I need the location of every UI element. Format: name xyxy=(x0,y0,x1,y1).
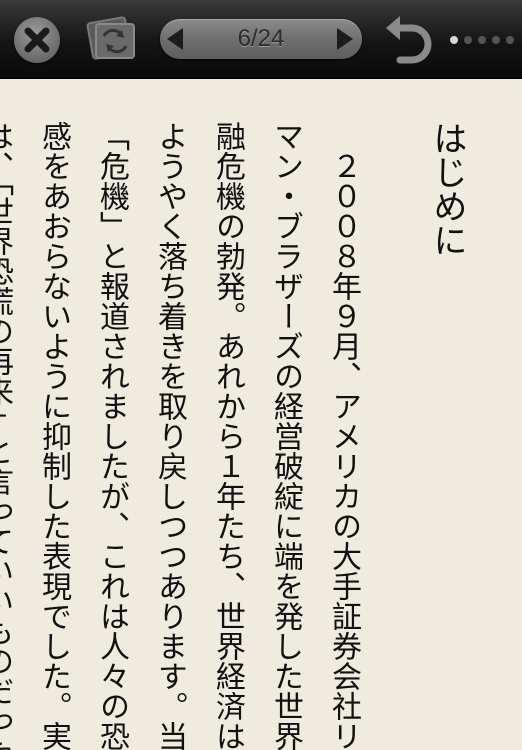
page-dot xyxy=(506,36,514,44)
page-dot xyxy=(464,36,472,44)
undo-button[interactable] xyxy=(382,12,438,66)
text-line: マン・ブラザーズの経営破綻に端を発した世界金 xyxy=(268,121,303,750)
rotate-icon xyxy=(86,16,135,60)
page-dot xyxy=(478,36,486,44)
vertical-text-block: はじめに ２００８年９月、アメリカの大手証券会社リー マン・ブラザーズの経営破綻… xyxy=(0,121,476,750)
text-line: ２００８年９月、アメリカの大手証券会社リー xyxy=(326,151,361,750)
text-line: 「危機」と報道されましたが、これは人々の恐怖 xyxy=(94,121,129,750)
toolbar: 6/24 xyxy=(0,0,522,79)
text-line: 感をあおらないように抑制した表現でした。実態 xyxy=(36,121,71,750)
page-dots xyxy=(450,34,516,46)
close-button[interactable] xyxy=(14,17,60,63)
close-icon xyxy=(24,27,50,53)
previous-page-icon[interactable] xyxy=(162,25,190,53)
next-page-icon[interactable] xyxy=(330,25,358,53)
undo-icon xyxy=(386,16,432,64)
page-navigator: 6/24 xyxy=(160,19,362,59)
page-indicator: 6/24 xyxy=(237,25,285,52)
rotate-button[interactable] xyxy=(80,14,144,64)
page-dot xyxy=(492,36,500,44)
chapter-heading: はじめに xyxy=(427,121,467,257)
book-page[interactable]: はじめに ２００８年９月、アメリカの大手証券会社リー マン・ブラザーズの経営破綻… xyxy=(0,79,522,750)
page-dot xyxy=(450,36,458,44)
text-line: 融危機の勃発。あれから１年たち、世界経済は、 xyxy=(210,121,245,750)
text-line: ようやく落ち着きを取り戻しつつあります。当時 xyxy=(152,121,187,750)
text-line: は、「世界恐慌の再来」と言っていいものだった xyxy=(0,121,13,750)
